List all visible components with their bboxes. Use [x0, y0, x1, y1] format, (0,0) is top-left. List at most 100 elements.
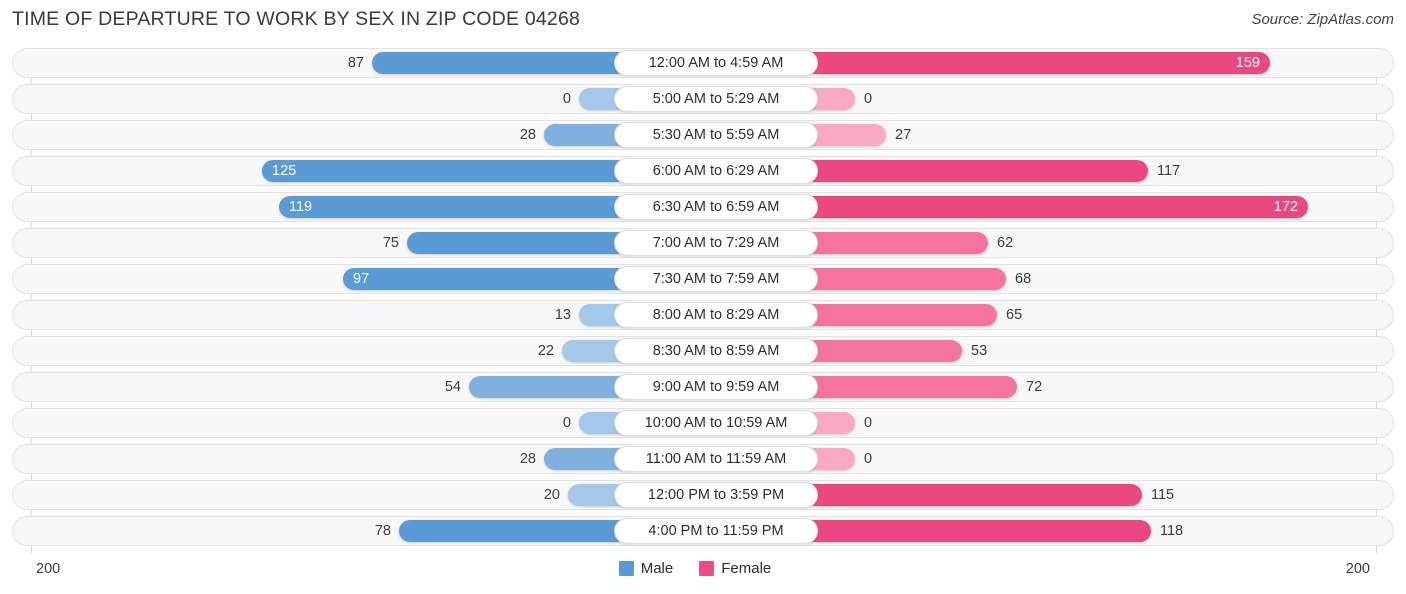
bar-female[interactable]	[808, 520, 1151, 542]
bar-value-female: 159	[1235, 55, 1260, 71]
bar-value-female: 118	[1160, 523, 1184, 539]
bar-value-male: 28	[519, 127, 536, 143]
bar-male[interactable]	[399, 520, 626, 542]
bar-female[interactable]	[808, 484, 1142, 506]
bar-female[interactable]	[808, 232, 988, 254]
bar-value-male: 125	[272, 163, 297, 179]
chart-row: 0 0 5:00 AM to 5:29 AM	[12, 84, 1394, 114]
category-label: 7:30 AM to 7:59 AM	[614, 266, 818, 292]
category-label: 8:30 AM to 8:59 AM	[614, 338, 818, 364]
bar-male[interactable]	[407, 232, 626, 254]
bar-value-male: 0	[562, 91, 571, 107]
chart-row-inner: 28 0 11:00 AM to 11:59 AM	[13, 445, 1393, 473]
bar-value-male: 97	[353, 271, 370, 287]
category-label: 12:00 PM to 3:59 PM	[614, 482, 818, 508]
category-label: 8:00 AM to 8:29 AM	[614, 302, 818, 328]
chart-plot-area: 87 159 12:00 AM to 4:59 AM 0 0 5:00 AM to 5:2…	[0, 40, 1406, 556]
chart-row: 20 115 12:00 PM to 3:59 PM	[12, 480, 1394, 510]
bar-value-male: 75	[382, 235, 399, 251]
bar-value-female: 72	[1026, 379, 1043, 395]
chart-row-inner: 87 159 12:00 AM to 4:59 AM	[13, 49, 1393, 77]
bar-female[interactable]	[808, 124, 886, 146]
bar-value-female: 0	[864, 415, 873, 431]
legend-swatch-icon	[699, 561, 715, 576]
bar-value-female: 0	[864, 451, 873, 467]
bar-value-male: 119	[289, 199, 313, 215]
chart-row: 119 172 6:30 AM to 6:59 AM	[12, 192, 1394, 222]
category-label: 6:00 AM to 6:29 AM	[614, 158, 818, 184]
category-label: 5:00 AM to 5:29 AM	[614, 86, 818, 112]
bar-value-male: 54	[444, 379, 461, 395]
chart-row-inner: 125 117 6:00 AM to 6:29 AM	[13, 157, 1393, 185]
chart-row: 75 62 7:00 AM to 7:29 AM	[12, 228, 1394, 258]
category-label: 5:30 AM to 5:59 AM	[614, 122, 818, 148]
chart-row: 125 117 6:00 AM to 6:29 AM	[12, 156, 1394, 186]
bar-value-female: 115	[1151, 487, 1175, 503]
category-label: 7:00 AM to 7:29 AM	[614, 230, 818, 256]
chart-row-inner: 75 62 7:00 AM to 7:29 AM	[13, 229, 1393, 257]
legend-swatch-icon	[618, 561, 634, 576]
page-title: TIME OF DEPARTURE TO WORK BY SEX IN ZIP …	[12, 8, 581, 30]
category-label: 11:00 AM to 11:59 AM	[614, 446, 818, 472]
chart-header: TIME OF DEPARTURE TO WORK BY SEX IN ZIP …	[0, 0, 1406, 40]
bar-male[interactable]	[279, 196, 626, 218]
bar-value-male: 13	[554, 307, 571, 323]
chart-row: 28 0 11:00 AM to 11:59 AM	[12, 444, 1394, 474]
bar-male[interactable]	[469, 376, 626, 398]
bar-female[interactable]	[808, 268, 1006, 290]
category-label: 6:30 AM to 6:59 AM	[614, 194, 818, 220]
chart-row: 78 118 4:00 PM to 11:59 PM	[12, 516, 1394, 546]
legend-label: Female	[721, 560, 772, 577]
bar-value-female: 53	[971, 343, 988, 359]
bar-value-female: 117	[1157, 163, 1181, 179]
bar-female[interactable]	[808, 376, 1017, 398]
category-label: 4:00 PM to 11:59 PM	[614, 518, 818, 544]
chart-legend: Male Female	[0, 560, 1406, 577]
bar-value-female: 68	[1015, 271, 1032, 287]
bar-female[interactable]	[808, 304, 997, 326]
bar-value-male: 28	[519, 451, 536, 467]
bar-male[interactable]	[372, 52, 626, 74]
chart-row-inner: 54 72 9:00 AM to 9:59 AM	[13, 373, 1393, 401]
bar-value-male: 0	[562, 415, 571, 431]
bar-male[interactable]	[262, 160, 626, 182]
chart-row-inner: 97 68 7:30 AM to 7:59 AM	[13, 265, 1393, 293]
bar-value-female: 172	[1273, 199, 1298, 215]
chart-row: 28 27 5:30 AM to 5:59 AM	[12, 120, 1394, 150]
chart-row-inner: 78 118 4:00 PM to 11:59 PM	[13, 517, 1393, 545]
chart-row-inner: 13 65 8:00 AM to 8:29 AM	[13, 301, 1393, 329]
bar-value-male: 87	[347, 55, 364, 71]
bar-value-male: 78	[374, 523, 391, 539]
chart-row-inner: 28 27 5:30 AM to 5:59 AM	[13, 121, 1393, 149]
chart-footer: 200 200 Male Female	[0, 556, 1406, 594]
bar-male[interactable]	[343, 268, 626, 290]
legend-label: Male	[640, 560, 674, 577]
bar-female[interactable]	[808, 196, 1308, 218]
chart-row: 22 53 8:30 AM to 8:59 AM	[12, 336, 1394, 366]
source-attribution: Source: ZipAtlas.com	[1251, 11, 1394, 28]
chart-row-inner: 0 0 5:00 AM to 5:29 AM	[13, 85, 1393, 113]
bar-value-female: 62	[997, 235, 1014, 251]
chart-row-inner: 22 53 8:30 AM to 8:59 AM	[13, 337, 1393, 365]
bar-value-male: 22	[537, 343, 554, 359]
bar-value-female: 65	[1006, 307, 1023, 323]
bar-female[interactable]	[808, 340, 962, 362]
legend-item-female[interactable]: Female	[699, 560, 771, 577]
chart-row: 0 0 10:00 AM to 10:59 AM	[12, 408, 1394, 438]
category-label: 9:00 AM to 9:59 AM	[614, 374, 818, 400]
legend-item-male[interactable]: Male	[618, 560, 674, 577]
chart-row-inner: 119 172 6:30 AM to 6:59 AM	[13, 193, 1393, 221]
bar-value-female: 27	[895, 127, 912, 143]
bar-value-male: 20	[543, 487, 560, 503]
chart-row-inner: 0 0 10:00 AM to 10:59 AM	[13, 409, 1393, 437]
chart-row: 97 68 7:30 AM to 7:59 AM	[12, 264, 1394, 294]
category-label: 10:00 AM to 10:59 AM	[614, 410, 818, 436]
bar-value-female: 0	[864, 91, 873, 107]
bar-female[interactable]	[808, 160, 1148, 182]
bar-female[interactable]	[808, 52, 1270, 74]
chart-row: 54 72 9:00 AM to 9:59 AM	[12, 372, 1394, 402]
chart-row: 87 159 12:00 AM to 4:59 AM	[12, 48, 1394, 78]
chart-row-inner: 20 115 12:00 PM to 3:59 PM	[13, 481, 1393, 509]
chart-row: 13 65 8:00 AM to 8:29 AM	[12, 300, 1394, 330]
category-label: 12:00 AM to 4:59 AM	[614, 50, 818, 76]
